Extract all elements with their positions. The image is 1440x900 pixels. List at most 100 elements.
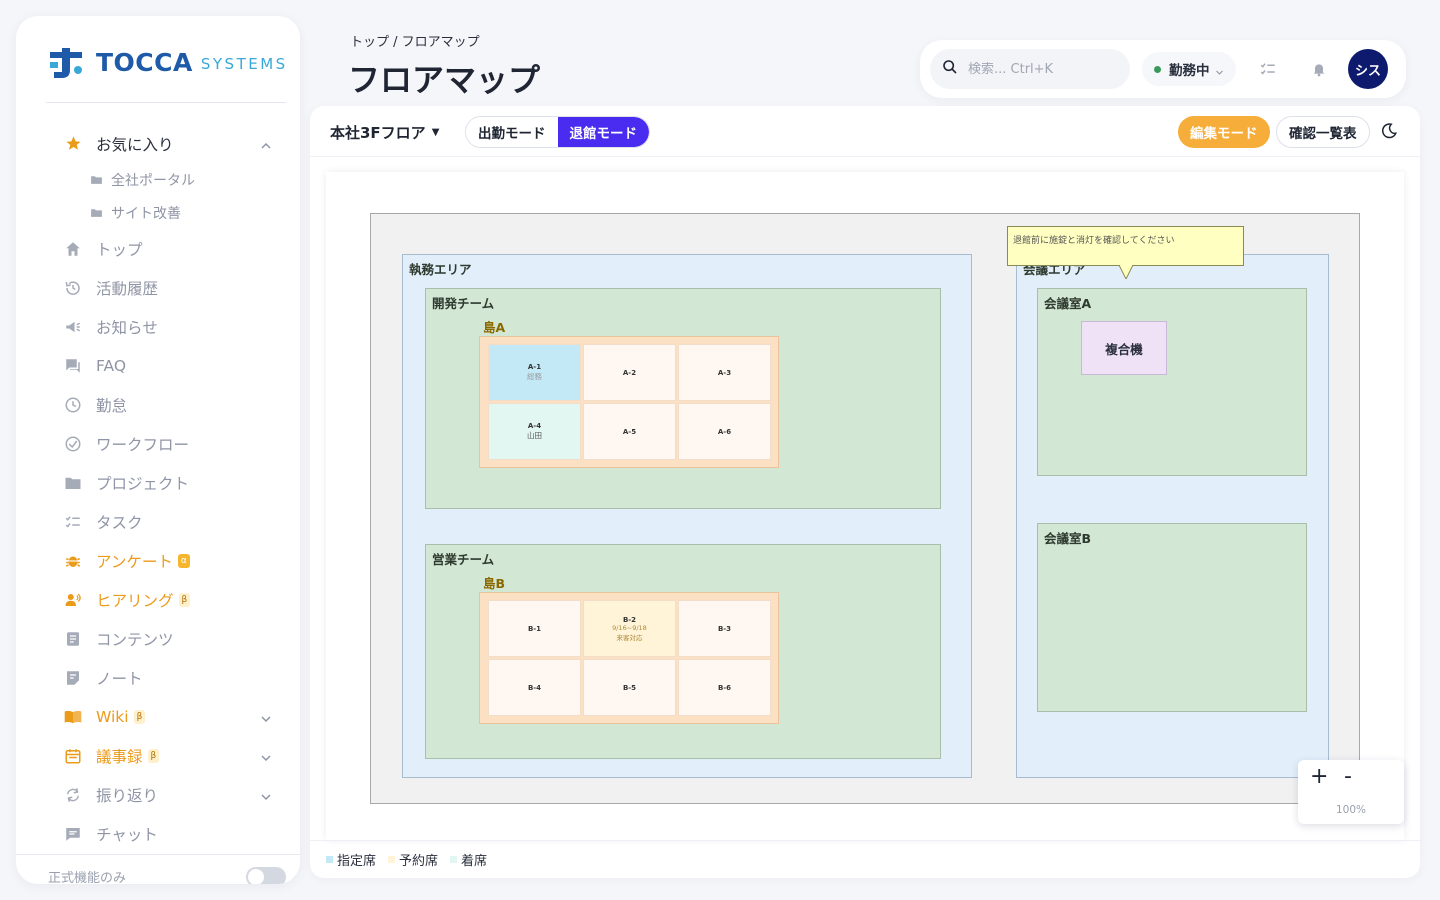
seat[interactable]: B-5 [583,659,676,716]
sidebar-item-news[interactable]: お知らせ [16,307,300,346]
sidebar-item-survey[interactable]: アンケート α [16,541,300,580]
zoom-out-button[interactable]: - [1344,764,1352,789]
seat[interactable]: B-3 [678,600,771,657]
sidebar-item-retrospective[interactable]: 振り返り [16,775,300,814]
seat-id: A-5 [622,427,637,436]
sidebar-subitem-site-improvement[interactable]: サイト改善 [16,196,300,229]
sidebar-item-workflow[interactable]: ワークフロー [16,424,300,463]
chevron-up-icon[interactable] [260,138,272,150]
attendance-mode-button[interactable]: 出勤モード [466,117,558,147]
seat-id: B-2 [622,615,637,624]
official-only-toggle[interactable] [246,867,286,884]
chevron-down-icon[interactable] [260,750,272,762]
seat-id: A-3 [717,368,732,377]
sidebar-item-label: ワークフロー [96,435,190,454]
sidebar-item-chat[interactable]: チャット [16,814,300,853]
seat[interactable]: B-4 [488,659,581,716]
leave-mode-button[interactable]: 退館モード [557,117,649,147]
island-label: 島A [483,320,506,335]
seat-id: B-3 [717,624,732,633]
chevron-down-icon[interactable] [260,711,272,723]
sidebar-item-label: お知らせ [96,318,158,337]
sidebar-item-activity[interactable]: 活動履歴 [16,268,300,307]
seat-id: B-1 [527,624,542,633]
meeting-room-b[interactable]: 会議室B [1037,523,1307,712]
meeting-area[interactable]: 会議エリア 会議室A 複合機 会議室B [1016,254,1329,778]
sidebar-item-task[interactable]: タスク [16,502,300,541]
chevron-down-icon[interactable] [260,789,272,801]
bell-icon[interactable] [1309,59,1329,79]
people-icon [64,591,82,609]
sidebar-item-label: アンケート [96,552,173,571]
brand-logo[interactable]: TOCCA SYSTEMS [48,42,288,82]
room-label: 会議室A [1044,296,1092,311]
sidebar-item-attendance[interactable]: 勤怠 [16,385,300,424]
top-bar: 勤務中 シス [920,40,1406,98]
seat[interactable]: B-1 [488,600,581,657]
search-input[interactable] [968,61,1118,77]
sidebar-item-hearing[interactable]: ヒアリング β [16,580,300,619]
seat[interactable]: B-2 9/16~9/18 来客対応 [583,600,676,657]
floor-selector[interactable]: 本社3Fフロア ▼ [330,122,439,143]
breadcrumb[interactable]: トップ / フロアマップ [350,31,480,50]
sidebar-item-label: ヒアリング [96,591,174,610]
folder-icon [64,474,82,492]
note-icon [64,669,82,687]
seat[interactable]: A-5 [583,403,676,460]
confirm-list-button[interactable]: 確認一覧表 [1276,116,1370,148]
search-box[interactable] [930,49,1130,89]
sidebar-item-label: チャット [96,825,158,844]
seat-name: 総務 [527,372,542,381]
legend-occupied: 着席 [450,850,487,869]
bug-icon [64,552,82,570]
work-status-dropdown[interactable]: 勤務中 [1142,52,1236,86]
sidebar-item-contents[interactable]: コンテンツ [16,619,300,658]
seat[interactable]: A-6 [678,403,771,460]
sidebar-item-favorites[interactable]: お気に入り [16,124,300,163]
sidebar-item-label: 勤怠 [96,396,128,415]
meeting-room-a[interactable]: 会議室A 複合機 [1037,288,1307,476]
zoom-in-button[interactable]: + [1310,764,1328,789]
seat[interactable]: A-1 総務 [488,344,581,401]
caret-down-icon: ▼ [431,127,440,138]
seat[interactable]: A-3 [678,344,771,401]
tocca-logo-icon [48,44,86,80]
sidebar-item-top[interactable]: トップ [16,229,300,268]
moon-icon[interactable] [1380,122,1400,142]
toggle-knob [248,869,264,884]
map-canvas[interactable]: 執務エリア 開発チーム 島A A-1 総務 A-2 A-3 A-4 山田 A-5 A… [326,172,1404,840]
seat-id: B-4 [527,683,542,692]
calendar-icon [64,747,82,765]
mfp-device[interactable]: 複合機 [1081,321,1167,375]
chevron-down-icon [1215,65,1224,75]
tasks-icon[interactable] [1258,59,1278,79]
sidebar-subitem-portal[interactable]: 全社ポータル [16,163,300,196]
note-pointer [1119,265,1133,279]
seat[interactable]: A-2 [583,344,676,401]
status-dot [1154,65,1161,73]
sidebar-item-minutes[interactable]: 議事録 β [16,736,300,775]
sidebar-item-note[interactable]: ノート [16,658,300,697]
sidebar-item-wiki[interactable]: Wiki β [16,697,300,736]
user-avatar[interactable]: シス [1348,49,1388,89]
island-label: 島B [483,576,506,591]
edit-mode-button[interactable]: 編集モード [1178,116,1270,148]
seat-legend: 指定席 予約席 着席 [310,840,1420,878]
work-area[interactable]: 執務エリア 開発チーム 島A A-1 総務 A-2 A-3 A-4 山田 A-5 A… [402,254,972,778]
sticky-note[interactable]: 退館前に施錠と消灯を確認してください [1007,226,1244,266]
sales-team-zone[interactable]: 営業チーム 島B B-1 B-2 9/16~9/18 来客対応 B-3 B-4 B-… [425,544,941,759]
sidebar-item-faq[interactable]: FAQ [16,346,300,385]
seat-id: A-2 [622,368,637,377]
sidebar-subitem-label: サイト改善 [111,205,181,222]
seat[interactable]: A-4 山田 [488,403,581,460]
dev-team-zone[interactable]: 開発チーム 島A A-1 総務 A-2 A-3 A-4 山田 A-5 A-6 [425,288,941,509]
mode-toggle: 出勤モード 退館モード [465,116,650,148]
seat-id: A-1 [527,363,542,371]
sidebar-item-project[interactable]: プロジェクト [16,463,300,502]
seat[interactable]: B-6 [678,659,771,716]
refresh-icon [64,786,82,804]
faq-icon [64,357,82,375]
book-icon [64,708,82,726]
sidebar-item-label: タスク [96,513,143,532]
megaphone-icon [64,318,82,336]
